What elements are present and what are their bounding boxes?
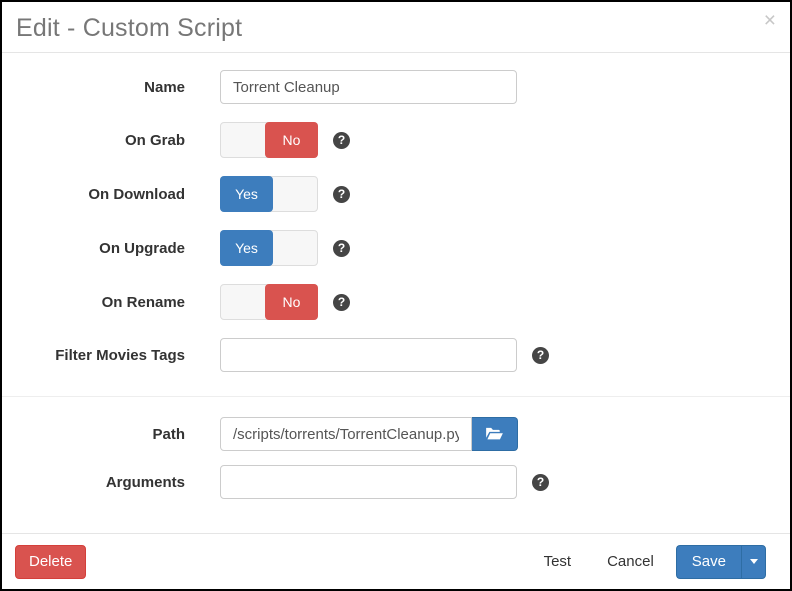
edit-custom-script-modal: Edit - Custom Script × Name On Grab No ?… xyxy=(0,0,792,591)
name-label: Name xyxy=(2,79,185,96)
chevron-down-icon xyxy=(750,559,758,564)
help-icon[interactable]: ? xyxy=(333,294,350,311)
on-rename-toggle[interactable]: No xyxy=(220,284,318,320)
name-input[interactable] xyxy=(220,70,517,104)
on-download-label: On Download xyxy=(2,186,185,203)
modal-body: Name On Grab No ? On Download Yes ? On U… xyxy=(2,53,790,533)
filter-movies-tags-input[interactable] xyxy=(220,338,517,372)
name-row: Name xyxy=(2,70,790,104)
help-icon[interactable]: ? xyxy=(532,347,549,364)
path-label: Path xyxy=(2,426,185,443)
filter-movies-tags-label: Filter Movies Tags xyxy=(2,347,185,364)
path-input[interactable] xyxy=(220,417,472,451)
path-input-group xyxy=(220,417,518,451)
arguments-input[interactable] xyxy=(220,465,517,499)
help-icon[interactable]: ? xyxy=(333,240,350,257)
browse-folder-button[interactable] xyxy=(472,417,518,451)
on-grab-toggle[interactable]: No xyxy=(220,122,318,158)
modal-footer: Delete Test Cancel Save xyxy=(2,533,790,589)
on-rename-row: On Rename No ? xyxy=(2,284,790,320)
cancel-button[interactable]: Cancel xyxy=(607,553,654,570)
modal-title: Edit - Custom Script xyxy=(16,12,775,44)
on-upgrade-label: On Upgrade xyxy=(2,240,185,257)
close-icon[interactable]: × xyxy=(764,10,776,31)
delete-button[interactable]: Delete xyxy=(15,545,86,579)
arguments-row: Arguments ? xyxy=(2,465,790,499)
help-icon[interactable]: ? xyxy=(532,474,549,491)
on-download-toggle[interactable]: Yes xyxy=(220,176,318,212)
on-download-toggle-value: Yes xyxy=(220,176,273,212)
path-row: Path xyxy=(2,417,790,451)
on-upgrade-toggle[interactable]: Yes xyxy=(220,230,318,266)
on-rename-toggle-value: No xyxy=(265,284,318,320)
save-button[interactable]: Save xyxy=(676,545,741,579)
on-grab-row: On Grab No ? xyxy=(2,122,790,158)
on-upgrade-row: On Upgrade Yes ? xyxy=(2,230,790,266)
section-divider xyxy=(2,396,790,397)
on-download-row: On Download Yes ? xyxy=(2,176,790,212)
on-upgrade-toggle-value: Yes xyxy=(220,230,273,266)
test-button[interactable]: Test xyxy=(544,553,572,570)
modal-header: Edit - Custom Script × xyxy=(2,2,790,53)
footer-actions: Test Cancel Save xyxy=(508,545,766,579)
folder-open-icon xyxy=(485,426,504,442)
save-dropdown-button[interactable] xyxy=(741,545,766,579)
filter-movies-tags-row: Filter Movies Tags ? xyxy=(2,338,790,372)
help-icon[interactable]: ? xyxy=(333,132,350,149)
help-icon[interactable]: ? xyxy=(333,186,350,203)
on-rename-label: On Rename xyxy=(2,294,185,311)
arguments-label: Arguments xyxy=(2,474,185,491)
on-grab-label: On Grab xyxy=(2,132,185,149)
save-split-button: Save xyxy=(676,545,766,579)
on-grab-toggle-value: No xyxy=(265,122,318,158)
